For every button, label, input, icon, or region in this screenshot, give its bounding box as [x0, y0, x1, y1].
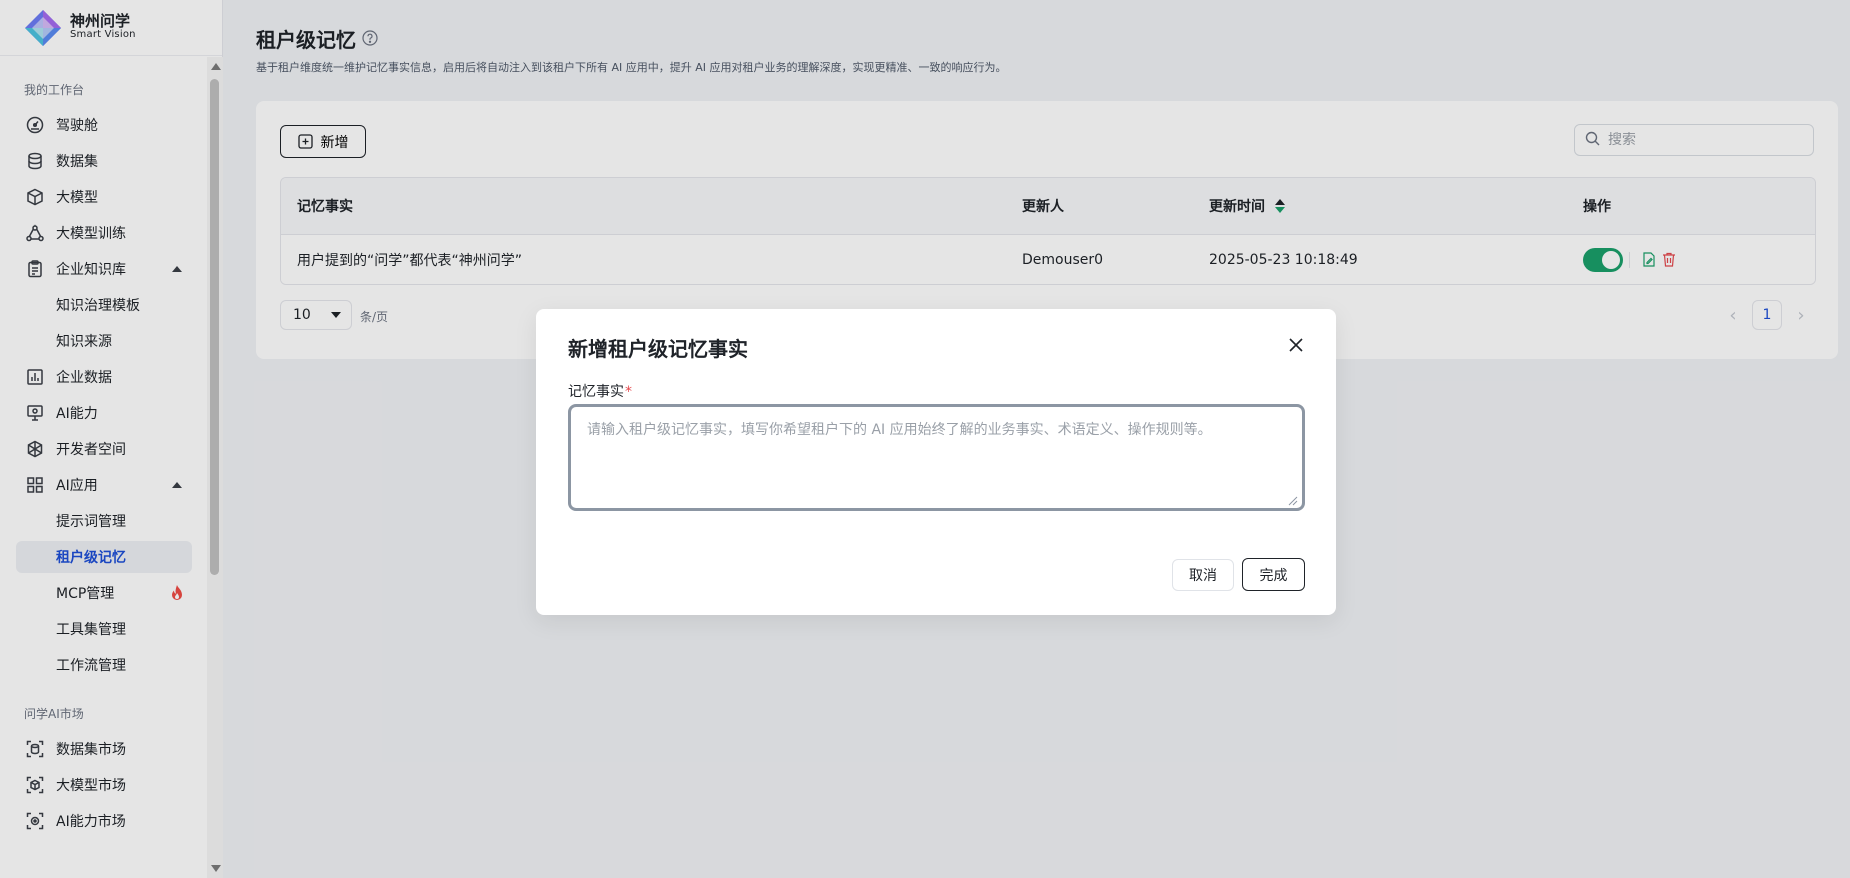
close-icon[interactable]	[1288, 337, 1304, 353]
field-label-text: 记忆事实	[568, 384, 624, 400]
add-memory-dialog: 新增租户级记忆事实 记忆事实* 取消 完成	[536, 309, 1336, 615]
required-mark: *	[625, 384, 632, 400]
cancel-button[interactable]: 取消	[1172, 559, 1234, 591]
memory-fact-field	[568, 404, 1305, 511]
memory-fact-textarea[interactable]	[571, 407, 1302, 508]
confirm-button[interactable]: 完成	[1242, 558, 1305, 591]
resize-handle-icon[interactable]	[1288, 494, 1298, 506]
dialog-title: 新增租户级记忆事实	[568, 337, 748, 361]
field-label: 记忆事实*	[568, 381, 632, 401]
